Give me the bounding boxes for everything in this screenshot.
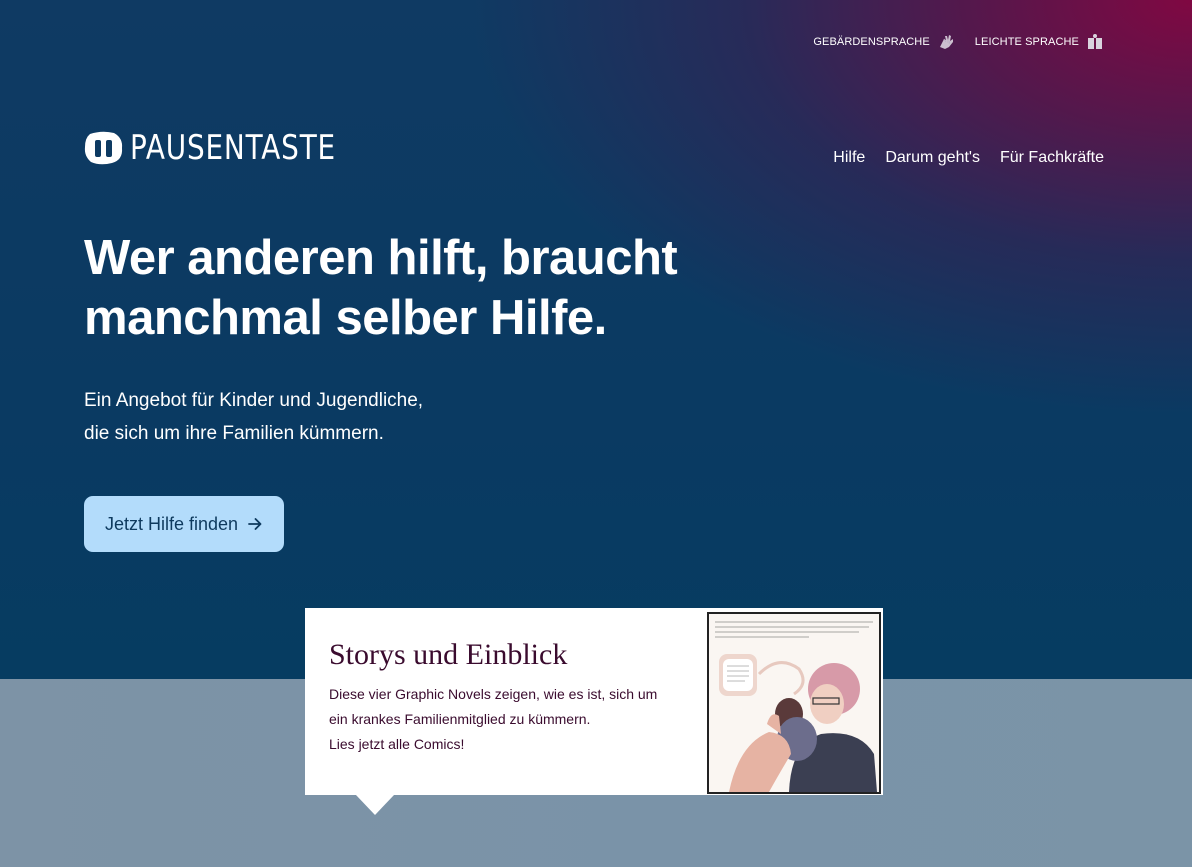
story-card-pointer bbox=[356, 795, 394, 815]
main-nav: Hilfe Darum geht's Für Fachkräfte bbox=[833, 149, 1104, 167]
find-help-label: Jetzt Hilfe finden bbox=[104, 513, 239, 534]
sign-language-link[interactable]: GEBÄRDENSPRACHE bbox=[813, 33, 954, 51]
subline-line-2: die sich um ihre Familien kümmern. bbox=[84, 423, 384, 444]
subline-line-1: Ein Angebot für Kinder und Jugendliche, bbox=[84, 390, 424, 411]
find-help-button[interactable]: Jetzt Hilfe finden bbox=[84, 496, 284, 552]
hero-headline: Wer anderen hilft, braucht manchmal selb… bbox=[84, 228, 784, 348]
story-card-text-line-2: ein krankes Familienmitglied zu kümmern. bbox=[329, 711, 591, 727]
nav-item-fuer-fachkraefte[interactable]: Für Fachkräfte bbox=[1000, 149, 1104, 167]
nav-item-hilfe[interactable]: Hilfe bbox=[833, 149, 865, 167]
story-card-text: Diese vier Graphic Novels zeigen, wie es… bbox=[329, 682, 689, 757]
story-card-text-line-3: Lies jetzt alle Comics! bbox=[329, 736, 465, 752]
headline-line-2: manchmal selber Hilfe. bbox=[84, 291, 607, 345]
headline-line-1: Wer anderen hilft, braucht bbox=[84, 231, 678, 285]
nav-item-darum-gehts[interactable]: Darum geht's bbox=[885, 149, 980, 167]
story-card-title: Storys und Einblick bbox=[329, 638, 568, 671]
site-logo[interactable]: PAUSENTASTE bbox=[84, 128, 381, 168]
utility-nav: GEBÄRDENSPRACHE LEICHTE SPRACHE bbox=[813, 33, 1104, 51]
comic-preview-image bbox=[707, 612, 881, 794]
story-card[interactable]: Storys und Einblick Diese vier Graphic N… bbox=[305, 608, 883, 795]
logo-text: PAUSENTASTE bbox=[130, 128, 336, 168]
easy-language-label: LEICHTE SPRACHE bbox=[974, 36, 1079, 48]
sign-language-label: GEBÄRDENSPRACHE bbox=[813, 36, 930, 48]
arrow-right-icon bbox=[248, 518, 262, 530]
comic-illustration bbox=[709, 614, 879, 792]
sign-language-hand-icon bbox=[939, 35, 953, 49]
story-card-text-line-1: Diese vier Graphic Novels zeigen, wie es… bbox=[329, 686, 658, 702]
hero-subline: Ein Angebot für Kinder und Jugendliche, … bbox=[84, 384, 584, 450]
pause-button-logo-icon bbox=[84, 131, 123, 165]
easy-language-book-icon bbox=[1088, 34, 1102, 49]
easy-language-link[interactable]: LEICHTE SPRACHE bbox=[975, 33, 1104, 51]
